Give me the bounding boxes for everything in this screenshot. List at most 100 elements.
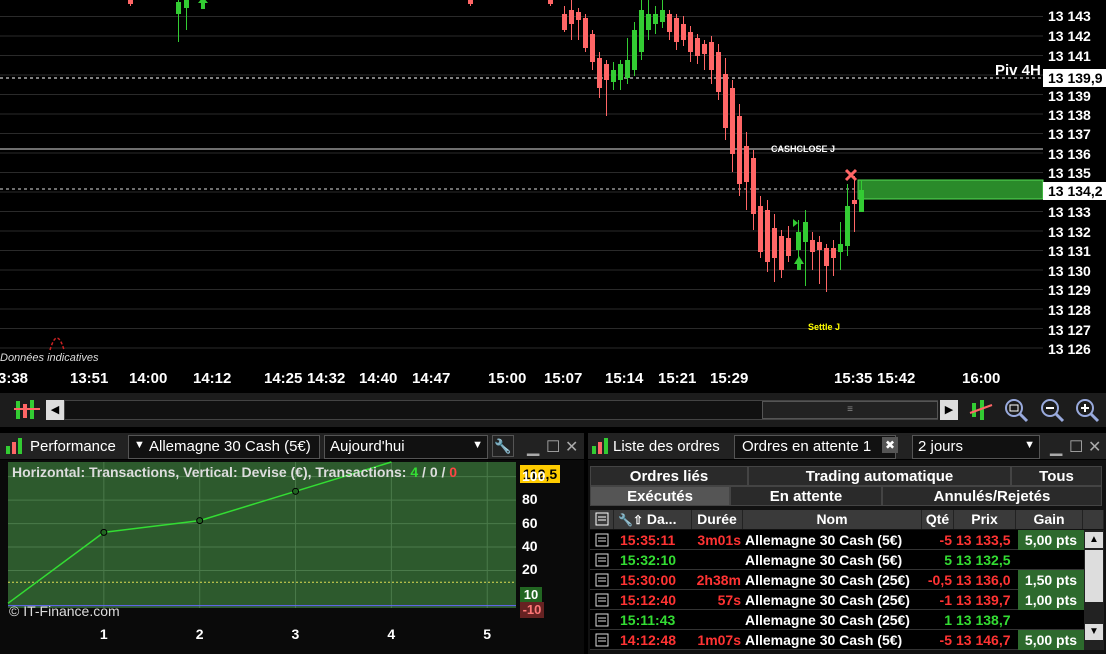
minimize-button[interactable]: ▁	[1050, 437, 1062, 457]
x-axis-label: 3	[291, 626, 300, 642]
minimize-button[interactable]: ▁	[527, 437, 539, 457]
table-row[interactable]: 15:35:11 3m01s Allemagne 30 Cash (5€) -5 13 …	[590, 530, 1084, 550]
document-icon[interactable]	[594, 553, 610, 567]
candle-body	[772, 228, 777, 258]
candle-body	[737, 116, 742, 184]
tab-en-attente[interactable]: En attente	[730, 486, 882, 506]
cell-gain: 1,50 pts	[1018, 570, 1084, 590]
tab-tous[interactable]: Tous	[1011, 466, 1102, 486]
table-row[interactable]: 14:12:48 1m07s Allemagne 30 Cash (5€) -5 13 …	[590, 630, 1084, 650]
table-row[interactable]: 15:11:43 Allemagne 30 Cash (25€) 1 13 138,7	[590, 610, 1084, 630]
candle-body	[824, 248, 829, 266]
instrument-dropdown[interactable]: ▼ Allemagne 30 Cash (5€)	[128, 435, 320, 459]
tab-trading-automatique[interactable]: Trading automatique	[748, 466, 1011, 486]
cell-time: 15:32:10	[620, 552, 677, 568]
price-label: 13 133	[1048, 204, 1091, 220]
document-icon[interactable]	[594, 593, 610, 607]
time-label: 14:00	[129, 370, 168, 387]
candle-body	[176, 2, 181, 14]
cell-price: 13 132,5	[956, 552, 1011, 568]
close-button[interactable]: ✕	[565, 437, 578, 457]
candle-body	[639, 10, 644, 52]
table-row[interactable]: 15:12:40 57s Allemagne 30 Cash (25€) -1 13 1…	[590, 590, 1084, 610]
candle-body	[468, 0, 473, 4]
performance-title: Performance	[30, 438, 116, 455]
tx-zero-count: 0	[429, 464, 438, 480]
price-chart[interactable]: Piv 4H CASHCLOSE J Settle J Données indi…	[0, 0, 1106, 392]
scroll-left-button[interactable]: ◀	[46, 400, 64, 420]
chevron-down-icon: ▼	[134, 439, 145, 451]
candle-body	[667, 14, 672, 32]
candlestick-chart[interactable]	[0, 0, 1106, 392]
candle-body	[765, 210, 770, 262]
zoom-fit-icon[interactable]	[1002, 397, 1030, 423]
candle-body	[796, 232, 801, 250]
scroll-right-button[interactable]: ▶	[940, 400, 958, 420]
period-dropdown[interactable]: Aujourd'hui ▼	[324, 435, 488, 459]
scroll-up-button[interactable]: ▲	[1085, 532, 1103, 548]
performance-info-prefix: Horizontal: Transactions, Vertical: Devi…	[12, 464, 411, 480]
clear-filter-icon[interactable]: ✖	[882, 437, 898, 453]
table-row[interactable]: 15:30:00 2h38m Allemagne 30 Cash (25€) -0,5…	[590, 570, 1084, 590]
tab-annules-rejetes[interactable]: Annulés/Rejetés	[882, 486, 1102, 506]
maximize-button[interactable]: ☐	[1069, 437, 1083, 457]
candle-body	[184, 0, 189, 8]
sell-cross-icon	[844, 168, 858, 182]
scroll-thumb[interactable]: ≡	[762, 401, 938, 419]
col-doc-icon[interactable]	[590, 510, 614, 529]
disclaimer-text: Données indicatives	[0, 352, 99, 364]
candle-body	[653, 14, 658, 24]
time-label: 13:51	[70, 370, 109, 387]
zoom-in-icon[interactable]	[1073, 397, 1101, 423]
negative-value-badge: -10	[520, 602, 544, 618]
col-name[interactable]: Nom	[743, 510, 922, 529]
orders-filter-dropdown[interactable]: Ordres en attente 1	[734, 435, 896, 459]
candle-body	[817, 242, 822, 250]
chart-settings-icon[interactable]	[968, 397, 994, 423]
cell-gain: 5,00 pts	[1018, 530, 1084, 550]
orders-scrollbar[interactable]: ▲ ▼	[1084, 530, 1104, 650]
wrench-icon[interactable]: 🔧	[492, 435, 514, 457]
tab-executes[interactable]: Exécutés	[590, 486, 730, 506]
table-row[interactable]: 15:32:10 Allemagne 30 Cash (5€) 5 13 132,5	[590, 550, 1084, 570]
document-icon[interactable]	[594, 533, 610, 547]
cell-price: 13 136,0	[956, 572, 1011, 588]
candle-body	[716, 52, 721, 92]
instrument-value: Allemagne 30 Cash (5€)	[149, 438, 311, 455]
candle-body	[852, 200, 857, 204]
scroll-down-button[interactable]: ▼	[1085, 624, 1103, 640]
y-axis-label: 40	[522, 538, 538, 555]
close-button[interactable]: ✕	[1088, 437, 1101, 457]
price-label: 13 134,2	[1043, 182, 1106, 200]
candle-body	[576, 12, 581, 20]
col-price[interactable]: Prix	[954, 510, 1016, 529]
chart-type-icon[interactable]	[14, 398, 40, 422]
performance-chart[interactable]	[0, 460, 584, 654]
candle-body	[730, 88, 735, 154]
scroll-thumb[interactable]	[1085, 550, 1103, 602]
col-date[interactable]: 🔧⇧ Da...	[614, 510, 692, 529]
time-label: 3:38	[0, 370, 29, 387]
x-axis-label: 5	[483, 626, 492, 642]
time-axis[interactable]: 3:38 13:51 14:00 14:12 14:25 14:32 14:40 14:47 1…	[0, 368, 1043, 392]
orders-period-dropdown[interactable]: 2 jours ▼	[912, 435, 1040, 459]
price-label: 13 135	[1048, 165, 1091, 181]
price-axis[interactable]: 13 143 13 142 13 141 13 139,9 13 139 13 138 13…	[1043, 0, 1106, 368]
price-label: 13 137	[1048, 126, 1091, 142]
document-icon[interactable]	[594, 573, 610, 587]
col-qty[interactable]: Qté	[922, 510, 954, 529]
candle-body	[751, 158, 756, 214]
candle-body	[786, 238, 791, 256]
tab-ordres-lies[interactable]: Ordres liés	[590, 466, 748, 486]
zoom-out-icon[interactable]	[1038, 397, 1066, 423]
price-label: 13 131	[1048, 243, 1091, 259]
maximize-button[interactable]: ☐	[546, 437, 560, 457]
candle-body	[744, 146, 749, 182]
candle-body	[709, 42, 714, 70]
document-icon[interactable]	[594, 613, 610, 627]
col-gain[interactable]: Gain	[1016, 510, 1083, 529]
time-label: 14:40	[359, 370, 398, 387]
col-duration[interactable]: Durée	[692, 510, 743, 529]
document-icon[interactable]	[594, 633, 610, 647]
tx-win-count: 4	[410, 464, 419, 480]
